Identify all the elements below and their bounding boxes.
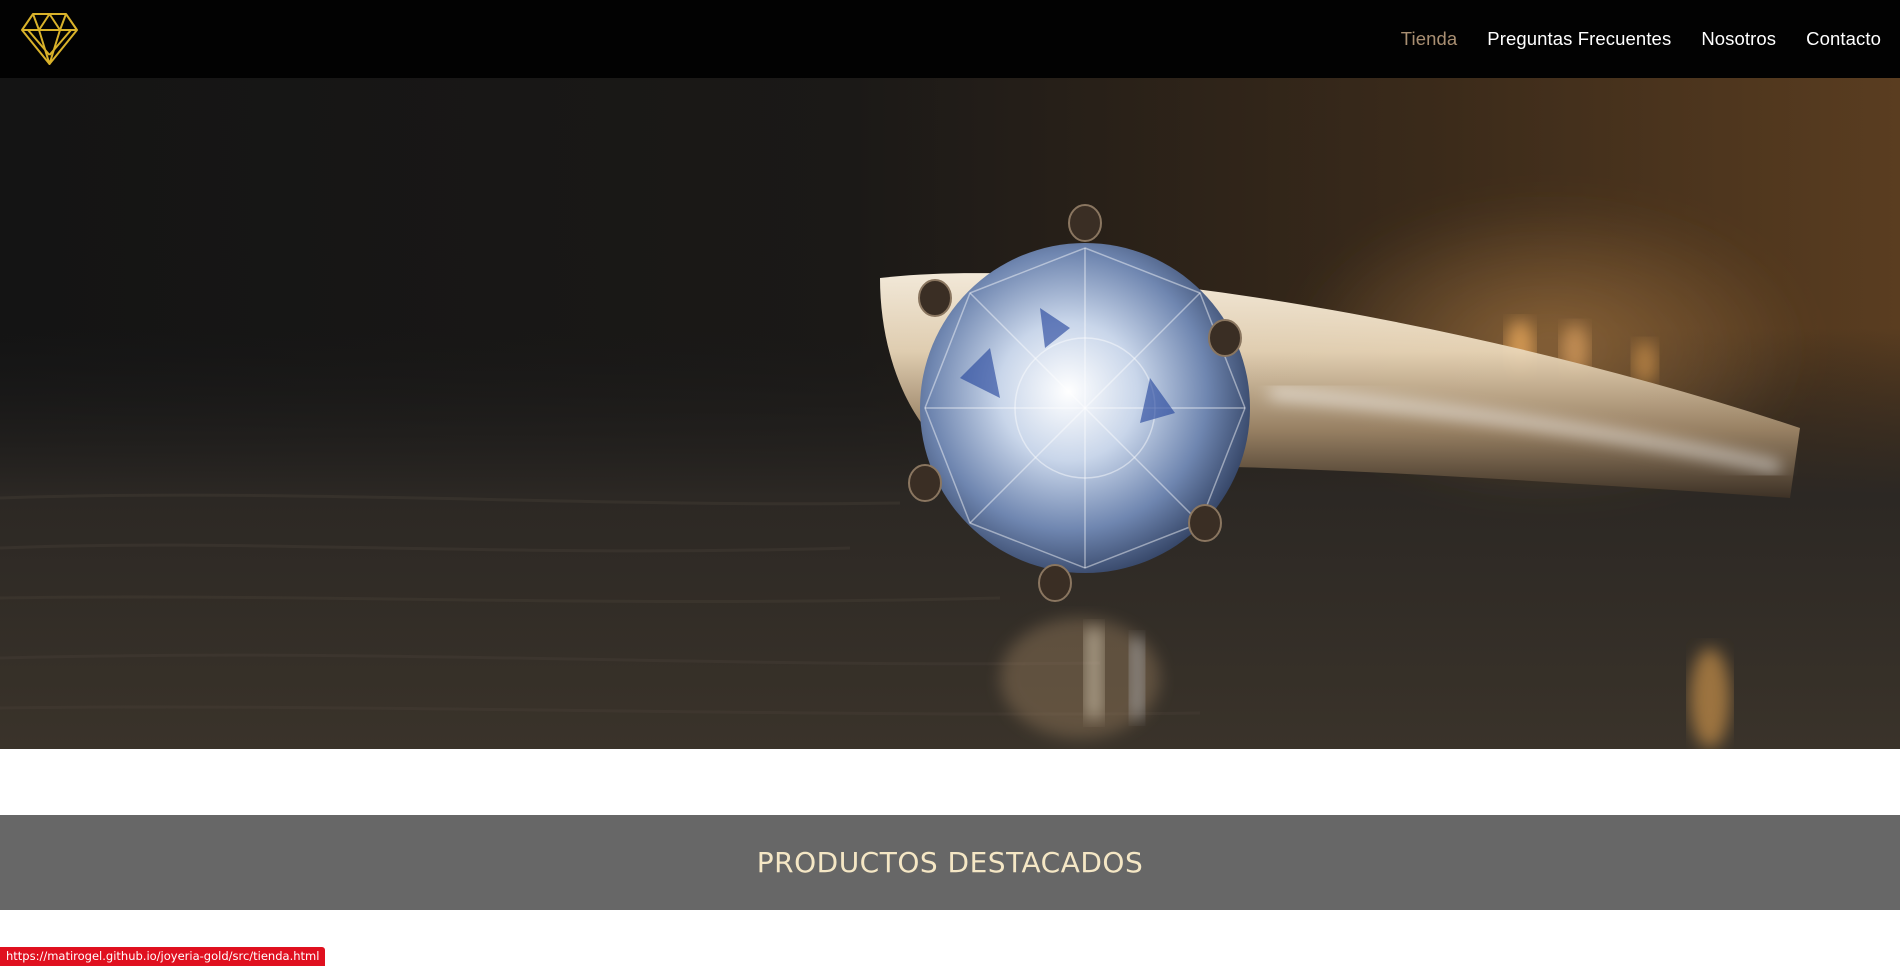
nav-link-preguntas-frecuentes[interactable]: Preguntas Frecuentes [1487,28,1671,50]
diamond-ring-photo [0,78,1900,749]
featured-products-title: PRODUCTOS DESTACADOS [756,846,1144,879]
featured-products-banner: PRODUCTOS DESTACADOS [0,815,1900,910]
link-status-bar: https://matirogel.github.io/joyeria-gold… [0,947,326,966]
hero-banner [0,78,1900,749]
nav-link-nosotros[interactable]: Nosotros [1701,28,1776,50]
nav-link-tienda[interactable]: Tienda [1401,28,1457,50]
diamond-logo-icon [21,13,78,65]
section-spacer [0,749,1900,815]
nav-link-contacto[interactable]: Contacto [1806,28,1881,50]
home-logo-link[interactable] [20,11,79,67]
site-header: Tienda Preguntas Frecuentes Nosotros Con… [0,0,1900,78]
main-nav: Tienda Preguntas Frecuentes Nosotros Con… [1401,0,1881,78]
